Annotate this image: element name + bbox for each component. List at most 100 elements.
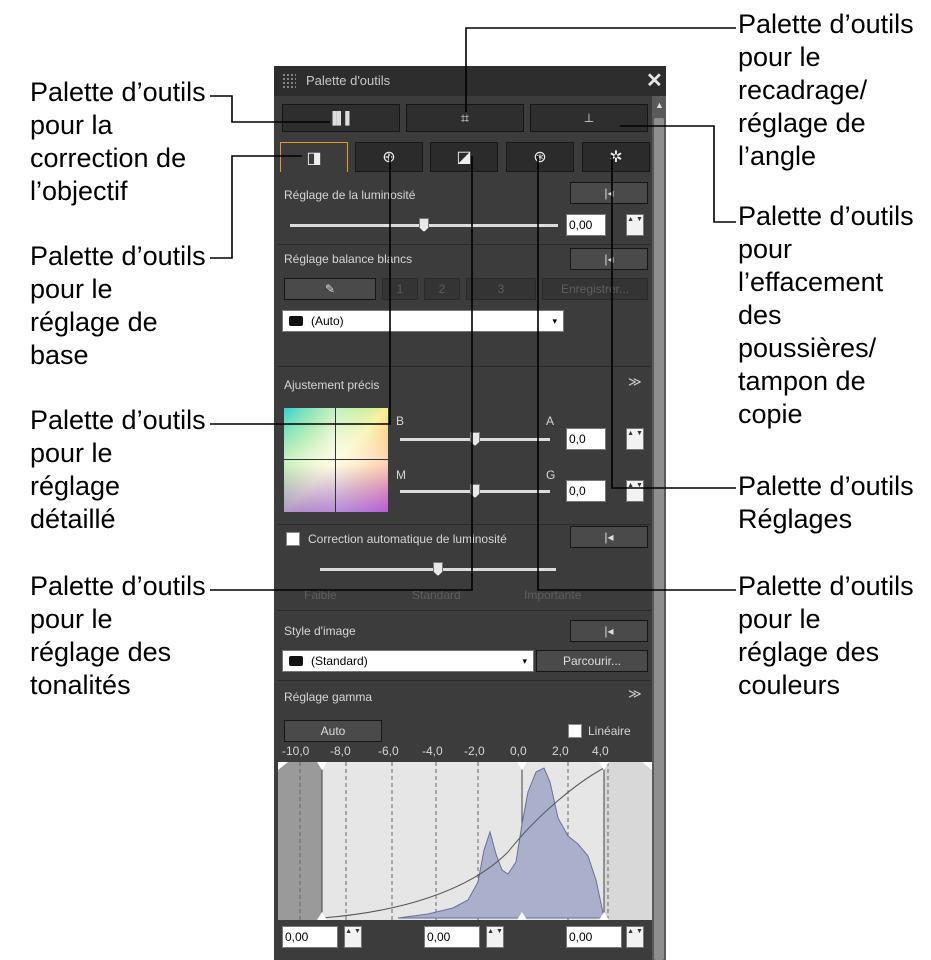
wb-register-button[interactable]: Enregistrer... — [542, 278, 648, 300]
tab-tone-adjust[interactable]: ◪ — [430, 142, 498, 172]
gamma-histogram[interactable] — [278, 762, 652, 920]
linear-label: Linéaire — [588, 724, 631, 738]
gamma-tick: 0,0 — [510, 744, 527, 758]
grid-axis-vertical — [335, 408, 336, 512]
brightness-spinner[interactable]: ▲ ▼ — [626, 214, 644, 236]
gamma-black-value[interactable]: 0,00 — [282, 926, 338, 948]
gamma-white-value[interactable]: 0,00 — [566, 926, 622, 948]
brightness-slider-thumb[interactable] — [419, 218, 429, 232]
scroll-thumb[interactable] — [654, 118, 664, 960]
lens-correction-icon: ▐▌▌ — [328, 111, 354, 125]
wb-preset-2-button[interactable]: 2 — [424, 278, 460, 300]
brightness-value-field[interactable]: 0,00 — [566, 214, 606, 236]
gamma-tick: -2,0 — [464, 744, 485, 758]
gamma-mid-spinner[interactable]: ▲ ▼ — [486, 926, 504, 948]
callout-detail-adjust: Palette d’outils pour le réglage détaill… — [30, 405, 206, 534]
gamma-tick: 4,0 — [592, 744, 609, 758]
expand-icon[interactable]: ≫ — [628, 374, 642, 390]
crop-button[interactable]: ⌗ — [406, 104, 524, 132]
stamp-icon: ⊥ — [583, 111, 595, 125]
divider — [278, 244, 650, 245]
eyedropper-button[interactable]: ✎ — [284, 278, 376, 300]
vertical-scrollbar[interactable]: ▲ — [652, 96, 666, 960]
mg-slider-thumb[interactable] — [470, 484, 480, 498]
gamma-auto-button[interactable]: Auto — [284, 720, 382, 742]
auto-brightness-checkbox[interactable] — [286, 532, 300, 546]
gamma-white-spinner[interactable]: ▲ ▼ — [626, 926, 644, 948]
callout-crop: Palette d’outils pour le recadrage/ régl… — [738, 9, 914, 171]
linear-checkbox[interactable] — [568, 724, 582, 738]
ba-slider-thumb[interactable] — [470, 432, 480, 446]
drag-grip-icon[interactable] — [282, 73, 296, 89]
wb-preset-1-button[interactable]: 1 — [382, 278, 418, 300]
gamma-tick: -4,0 — [422, 744, 443, 758]
level-high-label: Importante — [524, 588, 582, 602]
level-standard-label: Standard — [412, 588, 461, 602]
picture-style-reset-button[interactable]: |◂ — [570, 620, 648, 642]
dropdown-caret-icon: ▾ — [552, 316, 557, 326]
axis-a-label: A — [546, 414, 555, 428]
lens-correction-button[interactable]: ▐▌▌ — [282, 104, 400, 132]
divider — [278, 680, 650, 681]
eyedropper-icon: ✎ — [324, 282, 336, 296]
brightness-reset-button[interactable]: |◂ — [570, 182, 648, 204]
gamma-tick: -8,0 — [330, 744, 351, 758]
reset-icon: |◂ — [604, 252, 614, 266]
browse-button[interactable]: Parcourir... — [536, 650, 648, 672]
picture-style-select[interactable]: (Standard) ▾ — [282, 650, 534, 672]
color-adjust-icon: ⊛ — [533, 149, 547, 166]
tab-color-adjust[interactable]: ⊛ — [506, 142, 574, 172]
auto-brightness-label: Correction automatique de luminosité — [308, 532, 507, 546]
picture-style-label: Style d'image — [284, 624, 356, 638]
reset-icon: |◂ — [604, 624, 614, 638]
divider — [278, 366, 650, 367]
divider — [278, 610, 650, 611]
grid-axis-horizontal — [284, 459, 388, 460]
mg-spinner[interactable]: ▲ ▼ — [626, 480, 644, 502]
stamp-button[interactable]: ⊥ — [530, 104, 648, 132]
basic-adjust-icon: ◨ — [306, 149, 322, 167]
close-icon[interactable]: ✕ — [646, 68, 663, 93]
settings-icon: ✲ — [609, 149, 623, 166]
scroll-up-icon[interactable]: ▲ — [655, 100, 664, 110]
callout-basic-adjust: Palette d’outils pour le réglage de base — [30, 241, 206, 370]
auto-brightness-slider-thumb[interactable] — [433, 562, 443, 576]
tone-curve-icon: ◪ — [456, 149, 472, 166]
brightness-label: Réglage de la luminosité — [284, 188, 416, 202]
highlight-clip-region — [604, 762, 652, 920]
callout-lens-correction: Palette d’outils pour la correction de l… — [30, 77, 206, 206]
white-balance-label: Réglage balance blancs — [284, 252, 413, 266]
tab-settings[interactable]: ✲ — [582, 142, 650, 172]
callout-tone-adjust: Palette d’outils pour le réglage des ton… — [30, 571, 206, 700]
gamma-tick: 2,0 — [552, 744, 569, 758]
auto-brightness-reset-button[interactable]: |◂ — [570, 526, 648, 548]
tool-palette-window: Palette d'outils ✕ ▲ ▐▌▌ ⌗ ⊥ ◨ ⊕ ◪ ⊛ ✲ R… — [274, 66, 666, 960]
palette-tabs: ◨ ⊕ ◪ ⊛ ✲ — [280, 142, 652, 172]
white-balance-select[interactable]: (Auto) ▾ — [282, 310, 564, 332]
tab-detail-adjust[interactable]: ⊕ — [355, 142, 423, 172]
axis-m-label: M — [396, 468, 406, 482]
gamma-black-spinner[interactable]: ▲ ▼ — [344, 926, 362, 948]
expand-icon[interactable]: ≫ — [628, 686, 642, 702]
axis-g-label: G — [546, 468, 556, 482]
axis-b-label: B — [396, 414, 405, 428]
palette-titlebar[interactable]: Palette d'outils ✕ — [274, 66, 666, 96]
callout-settings: Palette d’outils Réglages — [738, 471, 914, 534]
mg-value-field[interactable]: 0,0 — [566, 480, 606, 502]
gamma-tick: -10,0 — [282, 744, 310, 758]
detail-adjust-icon: ⊕ — [382, 149, 396, 166]
gamma-mid-value[interactable]: 0,00 — [424, 926, 480, 948]
ba-value-field[interactable]: 0,0 — [566, 428, 606, 450]
white-balance-value: (Auto) — [311, 314, 344, 328]
tab-basic-adjust[interactable]: ◨ — [280, 142, 348, 172]
picture-style-value: (Standard) — [311, 654, 368, 668]
white-balance-reset-button[interactable]: |◂ — [570, 248, 648, 270]
fine-tune-label: Ajustement précis — [284, 378, 380, 392]
callout-color-adjust: Palette d’outils pour le réglage des cou… — [738, 571, 914, 700]
dropdown-caret-icon: ▾ — [522, 656, 527, 666]
wb-preset-3-button[interactable]: 3 — [466, 278, 536, 300]
ba-spinner[interactable]: ▲ ▼ — [626, 428, 644, 450]
callout-dust-delete: Palette d’outils pour l’effacement des p… — [738, 201, 914, 429]
palette-title: Palette d'outils — [306, 73, 391, 88]
color-tune-grid[interactable] — [284, 408, 388, 512]
